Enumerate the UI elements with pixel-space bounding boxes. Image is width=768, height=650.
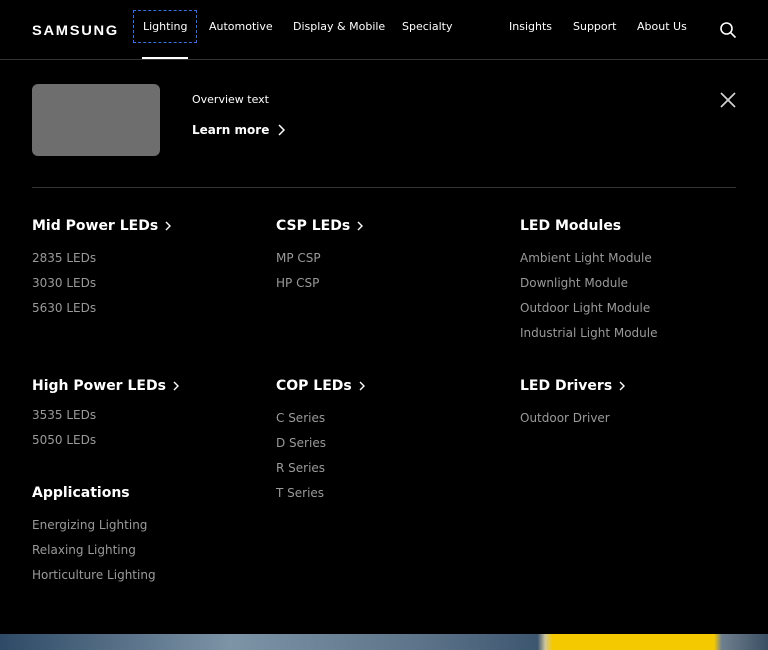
- category-title: High Power LEDs: [32, 378, 166, 394]
- list-item[interactable]: Energizing Lighting: [32, 518, 156, 543]
- category-title: Mid Power LEDs: [32, 218, 159, 234]
- samsung-logo[interactable]: SAMSUNG: [32, 22, 119, 38]
- chevron-right-icon: [173, 381, 179, 391]
- list-item[interactable]: 5630 LEDs: [32, 301, 96, 326]
- category-cop-leds[interactable]: COP LEDs: [276, 378, 366, 394]
- list-item[interactable]: T Series: [276, 486, 326, 511]
- cop-list: C Series D Series R Series T Series: [276, 411, 326, 511]
- list-item[interactable]: Ambient Light Module: [520, 251, 658, 276]
- nav-item-insights[interactable]: Insights: [509, 20, 552, 33]
- nav-item-lighting[interactable]: Lighting: [132, 10, 198, 43]
- chevron-right-icon: [278, 124, 286, 136]
- applications-list: Energizing Lighting Relaxing Lighting Ho…: [32, 518, 156, 593]
- mid-power-list: 2835 LEDs 3030 LEDs 5630 LEDs: [32, 251, 96, 326]
- nav-item-automotive[interactable]: Automotive: [209, 20, 273, 33]
- nav-item-support[interactable]: Support: [573, 20, 616, 33]
- nav-item-about-us[interactable]: About Us: [637, 20, 687, 33]
- category-applications[interactable]: Applications: [32, 485, 130, 501]
- nav-item-display-mobile[interactable]: Display & Mobile: [293, 20, 385, 33]
- category-title: COP LEDs: [276, 378, 352, 394]
- list-item[interactable]: Relaxing Lighting: [32, 543, 156, 568]
- high-power-list: 3535 LEDs 5050 LEDs: [32, 408, 96, 458]
- list-item[interactable]: MP CSP: [276, 251, 321, 276]
- category-title: LED Drivers: [520, 378, 613, 394]
- learn-more-link[interactable]: Learn more: [192, 123, 286, 137]
- list-item[interactable]: D Series: [276, 436, 326, 461]
- active-tab-indicator: [142, 57, 188, 59]
- hero-banner-peek: [0, 634, 768, 650]
- category-title: LED Modules: [520, 218, 622, 234]
- list-item[interactable]: 3535 LEDs: [32, 408, 96, 433]
- chevron-right-icon: [619, 381, 626, 391]
- list-item[interactable]: Industrial Light Module: [520, 326, 658, 351]
- search-icon[interactable]: [719, 21, 737, 39]
- section-divider: [32, 187, 736, 188]
- list-item[interactable]: Outdoor Driver: [520, 411, 610, 436]
- csp-list: MP CSP HP CSP: [276, 251, 321, 301]
- list-item[interactable]: 5050 LEDs: [32, 433, 96, 458]
- list-item[interactable]: Downlight Module: [520, 276, 658, 301]
- list-item[interactable]: HP CSP: [276, 276, 321, 301]
- category-mid-power-leds[interactable]: Mid Power LEDs: [32, 218, 172, 234]
- chevron-right-icon: [165, 221, 172, 231]
- list-item[interactable]: Outdoor Light Module: [520, 301, 658, 326]
- overview-text: Overview text: [192, 93, 269, 106]
- list-item[interactable]: 3030 LEDs: [32, 276, 96, 301]
- category-high-power-leds[interactable]: High Power LEDs: [32, 378, 180, 394]
- chevron-right-icon: [359, 381, 365, 391]
- list-item[interactable]: 2835 LEDs: [32, 251, 96, 276]
- list-item[interactable]: C Series: [276, 411, 326, 436]
- list-item[interactable]: R Series: [276, 461, 326, 486]
- category-title: Applications: [32, 485, 130, 501]
- category-csp-leds[interactable]: CSP LEDs: [276, 218, 364, 234]
- list-item[interactable]: Horticulture Lighting: [32, 568, 156, 593]
- led-drivers-list: Outdoor Driver: [520, 411, 610, 436]
- category-title: CSP LEDs: [276, 218, 351, 234]
- nav-item-specialty[interactable]: Specialty: [402, 20, 452, 33]
- overview-image-placeholder: [32, 84, 160, 156]
- category-led-drivers[interactable]: LED Drivers: [520, 378, 626, 394]
- top-nav: SAMSUNG Lighting Automotive Display & Mo…: [0, 0, 768, 60]
- led-modules-list: Ambient Light Module Downlight Module Ou…: [520, 251, 658, 351]
- category-led-modules[interactable]: LED Modules: [520, 218, 621, 234]
- learn-more-label: Learn more: [192, 123, 270, 137]
- close-icon[interactable]: [718, 90, 738, 110]
- chevron-right-icon: [357, 221, 364, 231]
